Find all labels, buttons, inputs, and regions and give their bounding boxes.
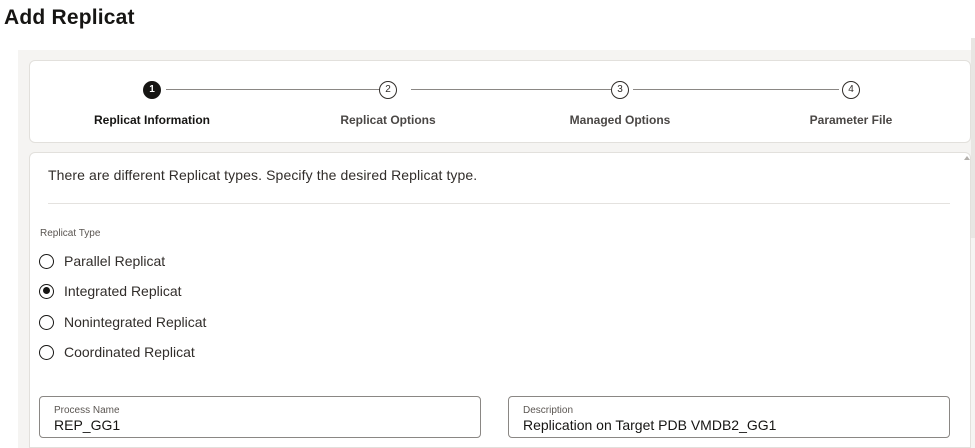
window-edge <box>971 38 975 238</box>
radio-label: Integrated Replicat <box>64 283 182 299</box>
step-connector <box>166 89 388 90</box>
radio-label: Coordinated Replicat <box>64 344 195 360</box>
intro-text: There are different Replicat types. Spec… <box>48 167 478 183</box>
process-name-field[interactable]: Process Name REP_GG1 <box>39 396 481 438</box>
radio-nonintegrated-replicat[interactable]: Nonintegrated Replicat <box>39 313 206 331</box>
replicat-type-label: Replicat Type <box>40 228 101 239</box>
form-scrollbar[interactable] <box>963 152 971 448</box>
step-3-label[interactable]: Managed Options <box>530 113 710 127</box>
description-value[interactable]: Replication on Target PDB VMDB2_GG1 <box>523 417 776 433</box>
radio-integrated-replicat[interactable]: Integrated Replicat <box>39 282 182 300</box>
step-connector <box>633 89 839 90</box>
step-3-indicator[interactable]: 3 <box>611 81 629 99</box>
step-4-indicator[interactable]: 4 <box>842 81 860 99</box>
radio-button[interactable] <box>39 253 54 269</box>
divider <box>48 203 950 204</box>
step-1-label[interactable]: Replicat Information <box>62 113 242 127</box>
description-label: Description <box>523 405 574 416</box>
description-field[interactable]: Description Replication on Target PDB VM… <box>508 396 950 438</box>
replicat-information-form: There are different Replicat types. Spec… <box>29 152 971 448</box>
process-name-label: Process Name <box>54 405 120 416</box>
step-2-indicator[interactable]: 2 <box>379 81 397 99</box>
step-1-indicator[interactable]: 1 <box>143 81 161 99</box>
radio-button[interactable] <box>39 314 54 330</box>
radio-label: Parallel Replicat <box>64 253 166 269</box>
radio-button[interactable] <box>39 344 54 360</box>
scroll-up-icon[interactable] <box>964 156 970 160</box>
radio-parallel-replicat[interactable]: Parallel Replicat <box>39 252 165 270</box>
step-connector <box>411 89 611 90</box>
page-title: Add Replicat <box>4 6 135 29</box>
process-name-value[interactable]: REP_GG1 <box>54 417 120 433</box>
radio-button-selected[interactable] <box>39 283 54 299</box>
step-train: 1 2 3 4 Replicat Information Replicat Op… <box>29 60 971 143</box>
step-2-label[interactable]: Replicat Options <box>298 113 478 127</box>
radio-coordinated-replicat[interactable]: Coordinated Replicat <box>39 343 195 361</box>
radio-label: Nonintegrated Replicat <box>64 314 207 330</box>
step-4-label[interactable]: Parameter File <box>761 113 941 127</box>
